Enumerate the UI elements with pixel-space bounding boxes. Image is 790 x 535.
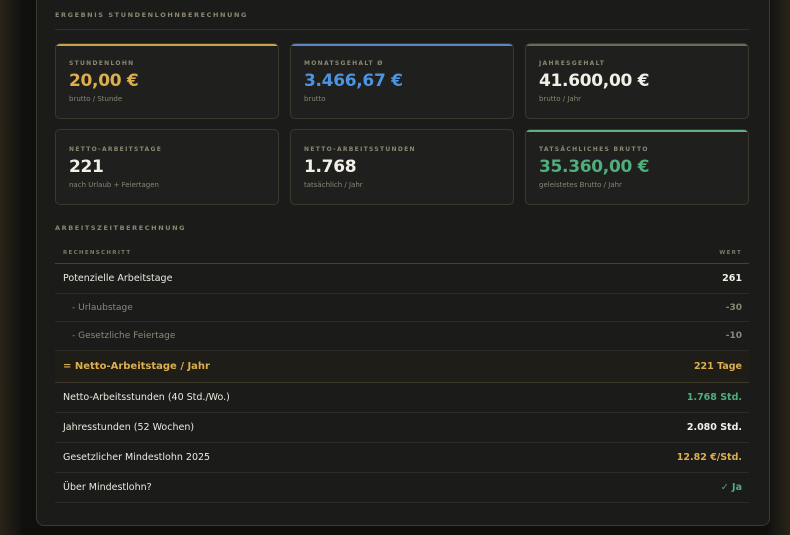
card-monatsgehalt: MONATSGEHALT Ø 3.466,67 € brutto	[290, 43, 514, 119]
card-subtext: brutto / Jahr	[539, 95, 582, 103]
card-value: 221	[69, 157, 104, 177]
card-accent-bar	[526, 130, 748, 132]
table-row: Über Mindestlohn? ✓ Ja	[55, 473, 749, 503]
col-header-step: RECHENSCHRITT	[63, 250, 132, 256]
row-label: = Netto-Arbeitstage / Jahr	[63, 361, 210, 372]
card-subtext: brutto	[304, 95, 326, 103]
row-value: 12.82 €/Std.	[676, 452, 742, 463]
row-value: 1.768 Std.	[686, 392, 742, 403]
card-label: STUNDENLOHN	[69, 60, 135, 67]
card-accent-bar	[56, 44, 278, 46]
table-row: Netto-Arbeitsstunden (40 Std./Wo.) 1.768…	[55, 383, 749, 413]
calc-table: RECHENSCHRITT WERT Potenzielle Arbeitsta…	[55, 244, 749, 503]
table-row-highlight: = Netto-Arbeitstage / Jahr 221 Tage	[55, 351, 749, 383]
card-jahresgehalt: JAHRESGEHALT 41.600,00 € brutto / Jahr	[525, 43, 749, 119]
col-header-value: WERT	[719, 250, 742, 256]
card-label: TATSÄCHLICHES BRUTTO	[539, 146, 649, 153]
result-section-divider	[55, 29, 749, 30]
row-value: 221 Tage	[693, 361, 742, 372]
row-label: Jahresstunden (52 Wochen)	[63, 422, 195, 433]
card-accent-bar	[526, 44, 748, 46]
card-subtext: tatsächlich / Jahr	[304, 181, 363, 189]
row-value: ✓ Ja	[720, 482, 742, 493]
table-row: Jahresstunden (52 Wochen) 2.080 Std.	[55, 413, 749, 443]
card-accent-bar	[291, 44, 513, 46]
card-subtext: nach Urlaub + Feiertagen	[69, 181, 159, 189]
row-label: Über Mindestlohn?	[63, 482, 152, 493]
row-label: - Gesetzliche Feiertage	[72, 331, 176, 341]
row-value: 261	[722, 273, 742, 284]
card-value: 41.600,00 €	[539, 71, 650, 91]
row-label: Gesetzlicher Mindestlohn 2025	[63, 452, 211, 463]
card-subtext: geleistetes Brutto / Jahr	[539, 181, 622, 189]
table-row: - Urlaubstage -30	[55, 294, 749, 322]
card-label: MONATSGEHALT Ø	[304, 60, 384, 67]
card-netto-arbeitstage: NETTO-ARBEITSTAGE 221 nach Urlaub + Feie…	[55, 129, 279, 205]
card-label: NETTO-ARBEITSSTUNDEN	[304, 146, 416, 153]
card-label: NETTO-ARBEITSTAGE	[69, 146, 163, 153]
table-row: Gesetzlicher Mindestlohn 2025 12.82 €/St…	[55, 443, 749, 473]
card-stundenlohn: STUNDENLOHN 20,00 € brutto / Stunde	[55, 43, 279, 119]
row-value: -10	[725, 331, 742, 341]
card-value: 20,00 €	[69, 71, 139, 91]
row-value: -30	[725, 303, 742, 313]
table-row: - Gesetzliche Feiertage -10	[55, 322, 749, 351]
card-netto-arbeitsstunden: NETTO-ARBEITSSTUNDEN 1.768 tatsächlich /…	[290, 129, 514, 205]
card-label: JAHRESGEHALT	[539, 60, 606, 67]
card-value: 3.466,67 €	[304, 71, 403, 91]
right-backdrop	[768, 0, 790, 535]
result-section-title: ERGEBNIS STUNDENLOHNBERECHNUNG	[55, 11, 248, 19]
card-value: 35.360,00 €	[539, 157, 650, 177]
left-backdrop	[0, 0, 22, 535]
calc-table-header: RECHENSCHRITT WERT	[55, 244, 749, 264]
calc-section-title: ARBEITSZEITBERECHNUNG	[55, 224, 187, 232]
card-value: 1.768	[304, 157, 357, 177]
card-tatsaechliches-brutto: TATSÄCHLICHES BRUTTO 35.360,00 € geleist…	[525, 129, 749, 205]
row-label: Netto-Arbeitsstunden (40 Std./Wo.)	[63, 392, 230, 403]
row-label: Potenzielle Arbeitstage	[63, 273, 173, 284]
row-value: 2.080 Std.	[686, 422, 742, 433]
table-row: Potenzielle Arbeitstage 261	[55, 264, 749, 294]
card-subtext: brutto / Stunde	[69, 95, 123, 103]
row-label: - Urlaubstage	[72, 303, 133, 313]
